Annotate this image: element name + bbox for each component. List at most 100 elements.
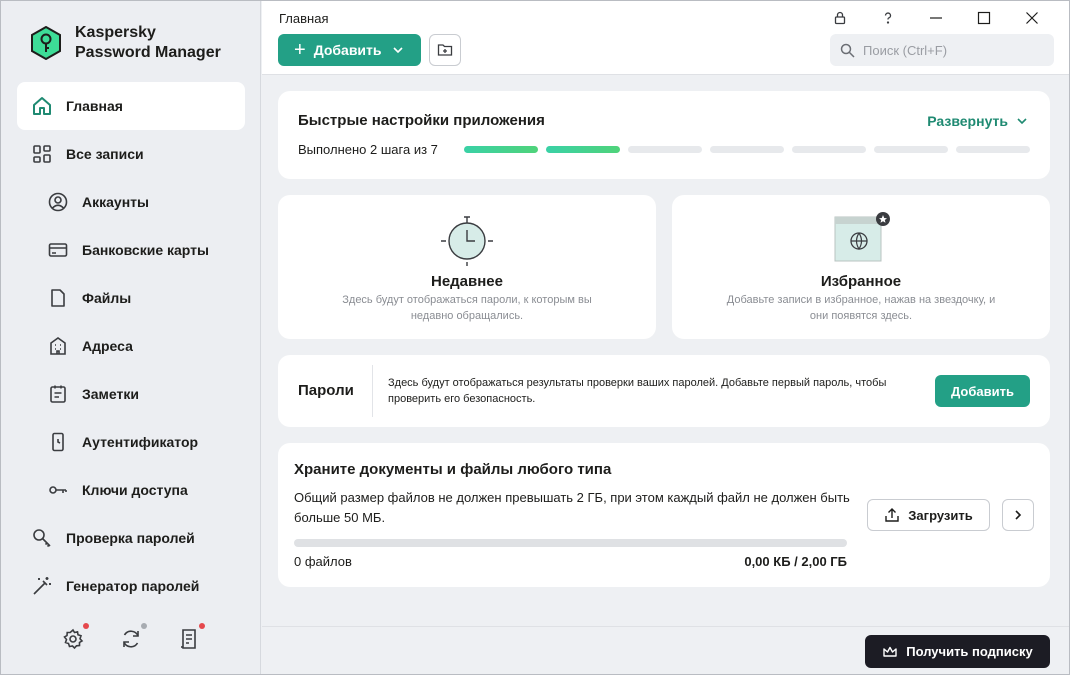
card-icon: [47, 239, 69, 261]
storage-size: 0,00 КБ / 2,00 ГБ: [744, 554, 847, 569]
passwords-description: Здесь будут отображаться результаты пров…: [388, 377, 887, 405]
footer-bar: Получить подписку: [262, 626, 1069, 674]
get-subscription-button[interactable]: Получить подписку: [865, 635, 1050, 668]
sidebar-item-label: Главная: [66, 98, 123, 114]
sidebar-item-authenticator[interactable]: Аутентификатор: [1, 418, 261, 466]
sidebar-item-label: Файлы: [82, 290, 132, 306]
sync-button[interactable]: [119, 623, 147, 651]
open-files-button[interactable]: [1002, 499, 1034, 531]
documents-title: Храните документы и файлы любого типа: [294, 461, 612, 478]
sidebar-item-label: Ключи доступа: [82, 482, 188, 498]
settings-button[interactable]: [61, 623, 89, 651]
close-icon: [1026, 12, 1038, 24]
window-controls: [816, 7, 1056, 29]
minimize-icon: [930, 17, 942, 19]
sidebar-item-label: Аутентификатор: [82, 434, 199, 450]
sidebar-item-label: Адреса: [82, 338, 133, 354]
key-icon: [47, 479, 69, 501]
sidebar-item-label: Проверка паролей: [66, 530, 195, 546]
gear-icon: [63, 628, 84, 650]
sidebar-item-bank-cards[interactable]: Банковские карты: [1, 226, 261, 274]
upload-button[interactable]: Загрузить: [867, 499, 990, 531]
sidebar-item-label: Все записи: [66, 146, 144, 162]
search-box[interactable]: [830, 34, 1054, 66]
maximize-button[interactable]: [960, 7, 1008, 29]
plus-icon: +: [294, 39, 306, 61]
sidebar-item-home[interactable]: Главная: [17, 82, 245, 130]
notification-dot: [141, 623, 147, 629]
sidebar-item-passkeys[interactable]: Ключи доступа: [1, 466, 261, 514]
favorites-description: Добавьте записи в избранное, нажав на зв…: [726, 294, 996, 322]
app-name-line2: Password Manager: [75, 44, 221, 61]
sidebar-item-accounts[interactable]: Аккаунты: [1, 178, 261, 226]
close-button[interactable]: [1008, 7, 1056, 29]
maximize-icon: [977, 11, 991, 25]
expand-label: Развернуть: [927, 113, 1008, 129]
main-area: Главная + Добавить Поиск (Ctrl+F) Быстры…: [262, 1, 1069, 674]
sidebar-nav: Главная Все записи Аккаунты Банковские к…: [1, 82, 261, 610]
grid-icon: [31, 143, 53, 165]
app-logo: Kaspersky Password Manager: [29, 23, 221, 63]
recent-card: Недавнее Здесь будут отображаться пароли…: [278, 195, 656, 339]
chevron-down-icon: [1017, 118, 1027, 125]
building-icon: [47, 335, 69, 357]
quick-setup-progress: [464, 146, 1030, 153]
sidebar-item-label: Банковские карты: [82, 242, 209, 258]
sidebar-item-password-check[interactable]: Проверка паролей: [1, 514, 261, 562]
sidebar-item-label: Аккаунты: [82, 194, 149, 210]
progress-step-segment: [546, 146, 620, 153]
get-subscription-label: Получить подписку: [906, 644, 1033, 659]
divider: [372, 365, 373, 417]
passwords-title: Пароли: [298, 382, 354, 399]
expand-button[interactable]: Развернуть: [927, 113, 1028, 129]
favorites-illustration-icon: [834, 212, 890, 262]
notification-dot: [199, 623, 205, 629]
quick-setup-progress-label: Выполнено 2 шага из 7: [298, 142, 438, 157]
reports-button[interactable]: [177, 623, 205, 651]
progress-step-segment: [956, 146, 1030, 153]
sidebar-item-addresses[interactable]: Адреса: [1, 322, 261, 370]
sidebar-item-label: Заметки: [82, 386, 139, 402]
files-count: 0 файлов: [294, 554, 352, 569]
folder-add-icon: [437, 44, 453, 56]
recent-description: Здесь будут отображаться пароли, к котор…: [342, 294, 592, 322]
help-button[interactable]: [864, 7, 912, 29]
documents-card: Храните документы и файлы любого типа Об…: [278, 443, 1050, 587]
chevron-down-icon: [392, 47, 403, 54]
minimize-button[interactable]: [912, 7, 960, 29]
app-window: Kaspersky Password Manager Главная Все з…: [0, 0, 1070, 675]
toolbar: Главная + Добавить Поиск (Ctrl+F): [262, 1, 1069, 75]
add-record-label: Добавить: [313, 42, 382, 58]
progress-step-segment: [710, 146, 784, 153]
page-title: Главная: [279, 11, 329, 26]
sidebar-item-files[interactable]: Файлы: [1, 274, 261, 322]
report-icon: [181, 629, 196, 649]
magic-wand-icon: [31, 575, 53, 597]
app-name-line1: Kaspersky: [75, 24, 156, 41]
favorites-card: Избранное Добавьте записи в избранное, н…: [672, 195, 1050, 339]
home-icon: [31, 95, 53, 117]
phone-icon: [47, 431, 69, 453]
search-icon: [840, 43, 855, 58]
notification-dot: [83, 623, 89, 629]
sidebar-item-notes[interactable]: Заметки: [1, 370, 261, 418]
add-password-button[interactable]: Добавить: [935, 375, 1030, 407]
sidebar-item-all-records[interactable]: Все записи: [1, 130, 261, 178]
new-folder-button[interactable]: [429, 34, 461, 66]
storage-progress-bar: [294, 539, 847, 547]
sidebar-item-label: Генератор паролей: [66, 578, 200, 594]
progress-step-segment: [628, 146, 702, 153]
lock-button[interactable]: [816, 7, 864, 29]
quick-setup-title: Быстрые настройки приложения: [298, 112, 545, 129]
file-icon: [47, 287, 69, 309]
sidebar: Kaspersky Password Manager Главная Все з…: [1, 1, 261, 674]
sidebar-item-password-generator[interactable]: Генератор паролей: [1, 562, 261, 610]
upload-label: Загрузить: [908, 507, 973, 523]
magnifier-key-icon: [31, 527, 53, 549]
search-input[interactable]: [863, 42, 1043, 58]
add-record-button[interactable]: + Добавить: [278, 34, 421, 66]
recent-title: Недавнее: [430, 273, 503, 290]
quick-setup-card: Быстрые настройки приложения Развернуть …: [278, 91, 1050, 179]
sync-icon: [123, 630, 139, 648]
chevron-right-icon: [1015, 510, 1022, 520]
